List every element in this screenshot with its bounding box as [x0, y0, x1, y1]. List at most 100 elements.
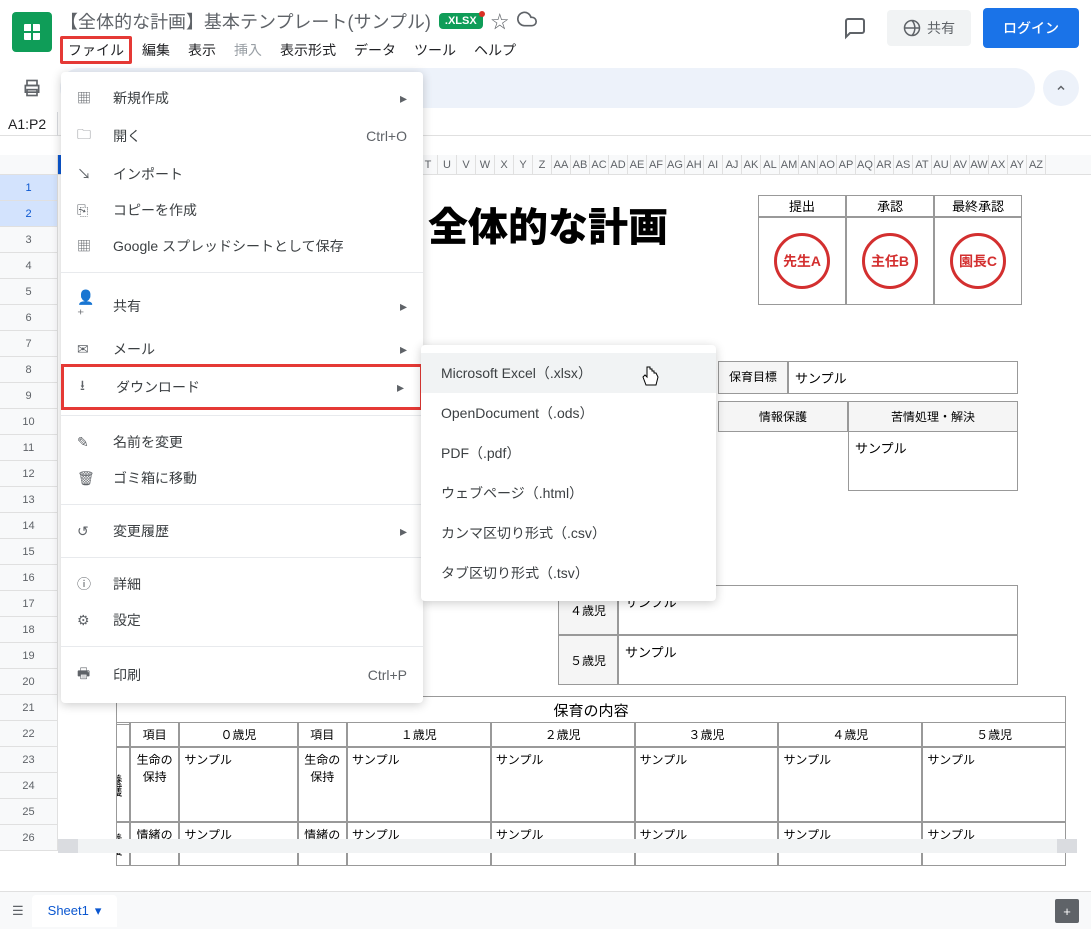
- submenu-html[interactable]: ウェブページ（.html）: [421, 473, 716, 513]
- col-header-AW[interactable]: AW: [970, 155, 989, 174]
- col-header-AI[interactable]: AI: [704, 155, 723, 174]
- row-header-11[interactable]: 11: [0, 435, 57, 461]
- row-header-3[interactable]: 3: [0, 227, 57, 253]
- col-header-AC[interactable]: AC: [590, 155, 609, 174]
- menu-data[interactable]: データ: [346, 36, 404, 64]
- row-header-19[interactable]: 19: [0, 643, 57, 669]
- col-header-AH[interactable]: AH: [685, 155, 704, 174]
- menu-share[interactable]: 👤⁺共有▸: [61, 281, 423, 331]
- col-header-AS[interactable]: AS: [894, 155, 913, 174]
- menu-print[interactable]: 🖶印刷Ctrl+P: [61, 655, 423, 695]
- row-header-15[interactable]: 15: [0, 539, 57, 565]
- col-header-AL[interactable]: AL: [761, 155, 780, 174]
- col-header-AX[interactable]: AX: [989, 155, 1008, 174]
- col-header-AE[interactable]: AE: [628, 155, 647, 174]
- menu-copy[interactable]: ⎘コピーを作成: [61, 192, 423, 228]
- collapse-toolbar-icon[interactable]: [1043, 70, 1079, 106]
- menu-history[interactable]: ↺変更履歴▸: [61, 513, 423, 549]
- submenu-ods[interactable]: OpenDocument（.ods）: [421, 393, 716, 433]
- row-header-23[interactable]: 23: [0, 747, 57, 773]
- select-all-corner[interactable]: [0, 155, 58, 174]
- comments-icon[interactable]: [835, 8, 875, 48]
- row-header-8[interactable]: 8: [0, 357, 57, 383]
- col-header-AA[interactable]: AA: [552, 155, 571, 174]
- row-header-20[interactable]: 20: [0, 669, 57, 695]
- menu-open[interactable]: 🗀開くCtrl+O: [61, 116, 423, 156]
- col-header-AR[interactable]: AR: [875, 155, 894, 174]
- col-header-AP[interactable]: AP: [837, 155, 856, 174]
- login-button[interactable]: ログイン: [983, 8, 1079, 48]
- row-header-26[interactable]: 26: [0, 825, 57, 851]
- row-header-25[interactable]: 25: [0, 799, 57, 825]
- menu-mail[interactable]: ✉メール▸: [61, 331, 423, 367]
- submenu-csv[interactable]: カンマ区切り形式（.csv）: [421, 513, 716, 553]
- row-header-9[interactable]: 9: [0, 383, 57, 409]
- menu-settings[interactable]: ⚙設定: [61, 602, 423, 638]
- col-header-U[interactable]: U: [438, 155, 457, 174]
- share-button[interactable]: 共有: [887, 10, 971, 46]
- col-header-AZ[interactable]: AZ: [1027, 155, 1046, 174]
- col-header-W[interactable]: W: [476, 155, 495, 174]
- row-header-5[interactable]: 5: [0, 279, 57, 305]
- submenu-pdf[interactable]: PDF（.pdf）: [421, 433, 716, 473]
- menu-help[interactable]: ヘルプ: [466, 36, 524, 64]
- row-header-7[interactable]: 7: [0, 331, 57, 357]
- chevron-down-icon[interactable]: ▾: [95, 903, 102, 919]
- add-sheet-button[interactable]: +: [1055, 899, 1079, 923]
- row-header-17[interactable]: 17: [0, 591, 57, 617]
- all-sheets-icon[interactable]: ☰: [12, 903, 24, 919]
- col-header-Y[interactable]: Y: [514, 155, 533, 174]
- col-header-AN[interactable]: AN: [799, 155, 818, 174]
- menu-rename[interactable]: ✎名前を変更: [61, 424, 423, 460]
- document-title[interactable]: 【全体的な計画】基本テンプレート(サンプル): [60, 8, 431, 34]
- col-header-AG[interactable]: AG: [666, 155, 685, 174]
- sheet-tab-1[interactable]: Sheet1 ▾: [32, 895, 118, 927]
- menu-file[interactable]: ファイル: [60, 36, 132, 64]
- horizontal-scrollbar[interactable]: [58, 839, 1077, 853]
- col-header-AV[interactable]: AV: [951, 155, 970, 174]
- row-header-1[interactable]: 1: [0, 175, 57, 201]
- submenu-tsv[interactable]: タブ区切り形式（.tsv）: [421, 553, 716, 593]
- col-header-AT[interactable]: AT: [913, 155, 932, 174]
- row-header-22[interactable]: 22: [0, 721, 57, 747]
- menu-edit[interactable]: 編集: [134, 36, 178, 64]
- col-header-AB[interactable]: AB: [571, 155, 590, 174]
- row-header-16[interactable]: 16: [0, 565, 57, 591]
- row-header-12[interactable]: 12: [0, 461, 57, 487]
- menu-import[interactable]: ↘インポート: [61, 156, 423, 192]
- submenu-xlsx[interactable]: Microsoft Excel（.xlsx）: [421, 353, 716, 393]
- col-header-AU[interactable]: AU: [932, 155, 951, 174]
- menu-tools[interactable]: ツール: [406, 36, 464, 64]
- row-header-14[interactable]: 14: [0, 513, 57, 539]
- row-header-21[interactable]: 21: [0, 695, 57, 721]
- row-header-10[interactable]: 10: [0, 409, 57, 435]
- menu-insert[interactable]: 挿入: [226, 36, 270, 64]
- menu-trash[interactable]: 🗑ゴミ箱に移動: [61, 460, 423, 496]
- menu-view[interactable]: 表示: [180, 36, 224, 64]
- menu-new[interactable]: ▦新規作成▸: [61, 80, 423, 116]
- menu-save-as-gs[interactable]: ▦Google スプレッドシートとして保存: [61, 228, 423, 264]
- print-icon[interactable]: [12, 68, 52, 108]
- sheets-logo[interactable]: [12, 12, 52, 52]
- col-header-AJ[interactable]: AJ: [723, 155, 742, 174]
- row-header-6[interactable]: 6: [0, 305, 57, 331]
- menu-details[interactable]: ⓘ詳細: [61, 566, 423, 602]
- row-header-4[interactable]: 4: [0, 253, 57, 279]
- col-header-AO[interactable]: AO: [818, 155, 837, 174]
- name-box[interactable]: A1:P2: [0, 112, 58, 136]
- cloud-icon[interactable]: [517, 9, 537, 34]
- col-header-AQ[interactable]: AQ: [856, 155, 875, 174]
- col-header-V[interactable]: V: [457, 155, 476, 174]
- col-header-AF[interactable]: AF: [647, 155, 666, 174]
- row-header-2[interactable]: 2: [0, 201, 57, 227]
- col-header-AD[interactable]: AD: [609, 155, 628, 174]
- row-header-18[interactable]: 18: [0, 617, 57, 643]
- star-icon[interactable]: ☆: [491, 8, 509, 34]
- menu-format[interactable]: 表示形式: [272, 36, 344, 64]
- row-header-13[interactable]: 13: [0, 487, 57, 513]
- menu-download[interactable]: ⭳ダウンロード▸: [61, 364, 423, 410]
- col-header-X[interactable]: X: [495, 155, 514, 174]
- col-header-AY[interactable]: AY: [1008, 155, 1027, 174]
- col-header-Z[interactable]: Z: [533, 155, 552, 174]
- col-header-AK[interactable]: AK: [742, 155, 761, 174]
